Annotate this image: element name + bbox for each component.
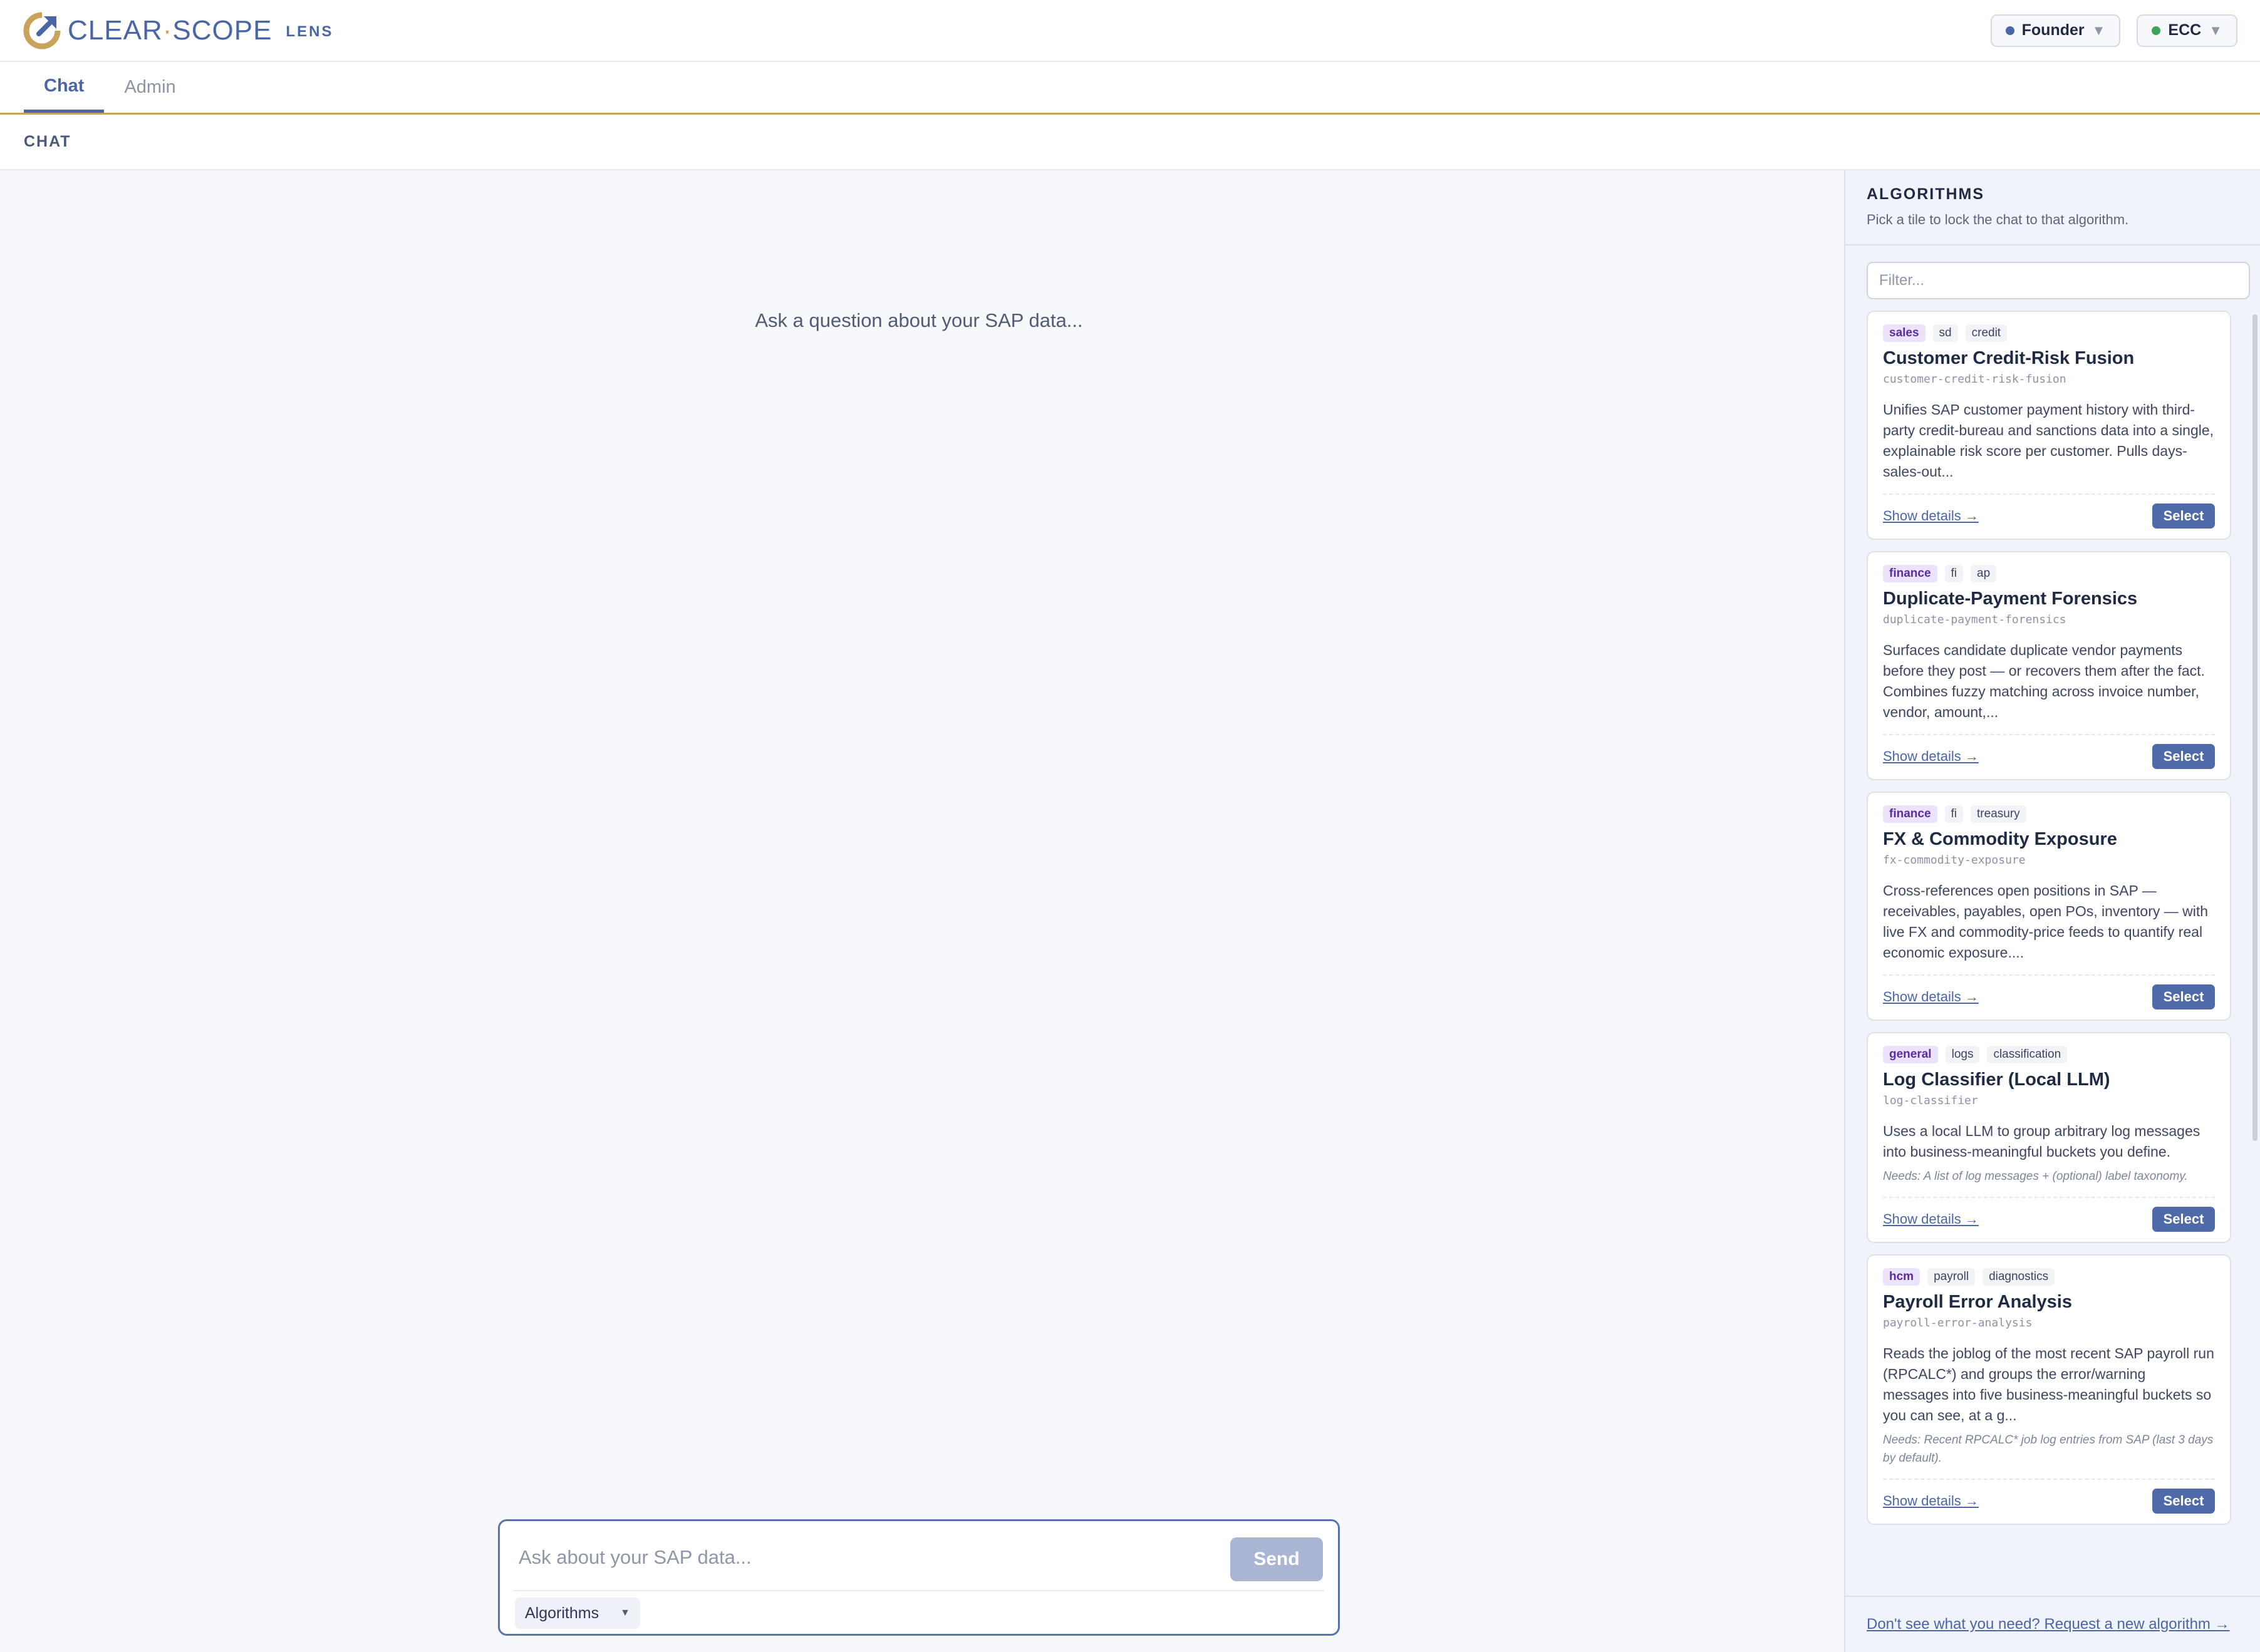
algorithm-card[interactable]: general logs classification Log Classifi… xyxy=(1867,1032,2231,1243)
algorithms-panel: ALGORITHMS Pick a tile to lock the chat … xyxy=(1844,170,2260,1652)
select-button[interactable]: Select xyxy=(2152,503,2215,529)
panel-divider xyxy=(1845,244,2260,245)
request-algorithm-link[interactable]: Don't see what you need? Request a new a… xyxy=(1867,1616,2230,1633)
system-label: ECC xyxy=(2168,21,2202,39)
brand-name: CLEAR·SCOPE xyxy=(68,14,272,46)
card-slug: payroll-error-analysis xyxy=(1883,1316,2033,1329)
algorithms-dropdown[interactable]: Algorithms ▼ xyxy=(515,1598,640,1629)
select-button[interactable]: Select xyxy=(2152,984,2215,1009)
card-tag: sales xyxy=(1883,324,1926,342)
caret-down-icon: ▼ xyxy=(2209,22,2222,38)
chat-area: Ask a question about your SAP data... Se… xyxy=(0,170,1844,1652)
algorithms-panel-footer: Don't see what you need? Request a new a… xyxy=(1845,1596,2260,1652)
tab-admin[interactable]: Admin xyxy=(104,62,195,113)
show-details-link[interactable]: Show details → xyxy=(1883,989,1979,1005)
algorithm-card[interactable]: finance fi treasury FX & Commodity Expos… xyxy=(1867,792,2231,1021)
chat-input[interactable] xyxy=(519,1539,1208,1576)
card-title: Customer Credit-Risk Fusion xyxy=(1883,348,2135,368)
select-button[interactable]: Select xyxy=(2152,744,2215,769)
card-divider xyxy=(1883,734,2215,735)
card-description: Cross-references open positions in SAP —… xyxy=(1883,882,2209,961)
card-tag: general xyxy=(1883,1046,1938,1063)
card-slug: fx-commodity-exposure xyxy=(1883,854,2026,867)
card-slug: duplicate-payment-forensics xyxy=(1883,613,2066,626)
card-divider xyxy=(1883,974,2215,976)
card-slug: log-classifier xyxy=(1883,1094,1978,1107)
caret-down-icon: ▼ xyxy=(620,1608,630,1618)
main-tabs: Chat Admin xyxy=(0,62,2260,115)
algorithm-card[interactable]: hcm payroll diagnostics Payroll Error An… xyxy=(1867,1254,2231,1525)
card-tag: hcm xyxy=(1883,1268,1920,1286)
card-tags: hcm payroll diagnostics xyxy=(1883,1268,2215,1286)
show-details-link[interactable]: Show details → xyxy=(1883,1211,1979,1227)
role-label: Founder xyxy=(2021,21,2085,39)
algorithm-card[interactable]: finance fi ap Duplicate-Payment Forensic… xyxy=(1867,551,2231,780)
app-header: CLEAR·SCOPE LENS Founder ▼ ECC ▼ xyxy=(0,0,2260,62)
chat-composer: Send Algorithms ▼ xyxy=(498,1519,1340,1636)
section-title: CHAT xyxy=(0,115,2260,170)
card-title: FX & Commodity Exposure xyxy=(1883,829,2117,849)
composer-divider xyxy=(514,1590,1324,1591)
caret-down-icon: ▼ xyxy=(2092,22,2106,38)
card-tag: fi xyxy=(1944,805,1964,823)
select-button[interactable]: Select xyxy=(2152,1489,2215,1514)
card-tags: sales sd credit xyxy=(1883,324,2215,342)
card-description: Uses a local LLM to group arbitrary log … xyxy=(1883,1123,2200,1160)
system-status-dot xyxy=(2152,26,2161,35)
role-status-dot xyxy=(2005,26,2014,35)
card-title: Log Classifier (Local LLM) xyxy=(1883,1070,2110,1090)
card-tag: logs xyxy=(1945,1046,1980,1063)
card-divider xyxy=(1883,493,2215,495)
card-divider xyxy=(1883,1479,2215,1480)
card-needs: Needs: A list of log messages + (optiona… xyxy=(1883,1170,2188,1183)
card-needs: Needs: Recent RPCALC* job log entries fr… xyxy=(1883,1433,2214,1465)
algorithms-panel-title: ALGORITHMS xyxy=(1867,185,1985,203)
card-tag: ap xyxy=(1971,565,1997,582)
card-tags: finance fi ap xyxy=(1883,565,2215,582)
select-button[interactable]: Select xyxy=(2152,1207,2215,1232)
show-details-link[interactable]: Show details → xyxy=(1883,1493,1979,1509)
product-name: LENS xyxy=(286,23,334,40)
card-tag: finance xyxy=(1883,565,1937,582)
card-divider xyxy=(1883,1197,2215,1198)
card-tag: sd xyxy=(1932,324,1958,342)
algorithm-filter-input[interactable] xyxy=(1867,262,2250,299)
algorithm-list-scrollbar[interactable] xyxy=(2252,314,2257,1141)
card-title: Duplicate-Payment Forensics xyxy=(1883,589,2138,609)
card-description: Surfaces candidate duplicate vendor paym… xyxy=(1883,642,2205,720)
algorithm-card[interactable]: sales sd credit Customer Credit-Risk Fus… xyxy=(1867,311,2231,540)
tab-chat[interactable]: Chat xyxy=(24,62,105,113)
card-tag: classification xyxy=(1987,1046,2068,1063)
card-tag: credit xyxy=(1965,324,2008,342)
send-button[interactable]: Send xyxy=(1230,1537,1323,1581)
card-tag: payroll xyxy=(1927,1268,1976,1286)
algorithms-panel-subtitle: Pick a tile to lock the chat to that alg… xyxy=(1867,212,2129,227)
system-selector[interactable]: ECC ▼ xyxy=(2137,14,2237,47)
clearscope-logo-icon xyxy=(23,12,61,49)
show-details-link[interactable]: Show details → xyxy=(1883,748,1979,765)
algorithms-dropdown-label: Algorithms xyxy=(525,1604,599,1622)
card-tags: finance fi treasury xyxy=(1883,805,2215,823)
card-description: Unifies SAP customer payment history wit… xyxy=(1883,401,2214,480)
card-description: Reads the joblog of the most recent SAP … xyxy=(1883,1345,2214,1423)
logo[interactable]: CLEAR·SCOPE LENS xyxy=(23,11,333,50)
show-details-link[interactable]: Show details → xyxy=(1883,508,1979,524)
card-tags: general logs classification xyxy=(1883,1046,2215,1063)
chat-empty-hint: Ask a question about your SAP data... xyxy=(755,309,1083,331)
algorithm-card-list: sales sd credit Customer Credit-Risk Fus… xyxy=(1867,311,2231,1596)
role-selector[interactable]: Founder ▼ xyxy=(1990,14,2121,47)
card-tag: diagnostics xyxy=(1983,1268,2055,1286)
card-tag: treasury xyxy=(1971,805,2026,823)
card-tag: finance xyxy=(1883,805,1937,823)
card-title: Payroll Error Analysis xyxy=(1883,1292,2072,1312)
card-tag: fi xyxy=(1944,565,1964,582)
card-slug: customer-credit-risk-fusion xyxy=(1883,373,2066,386)
